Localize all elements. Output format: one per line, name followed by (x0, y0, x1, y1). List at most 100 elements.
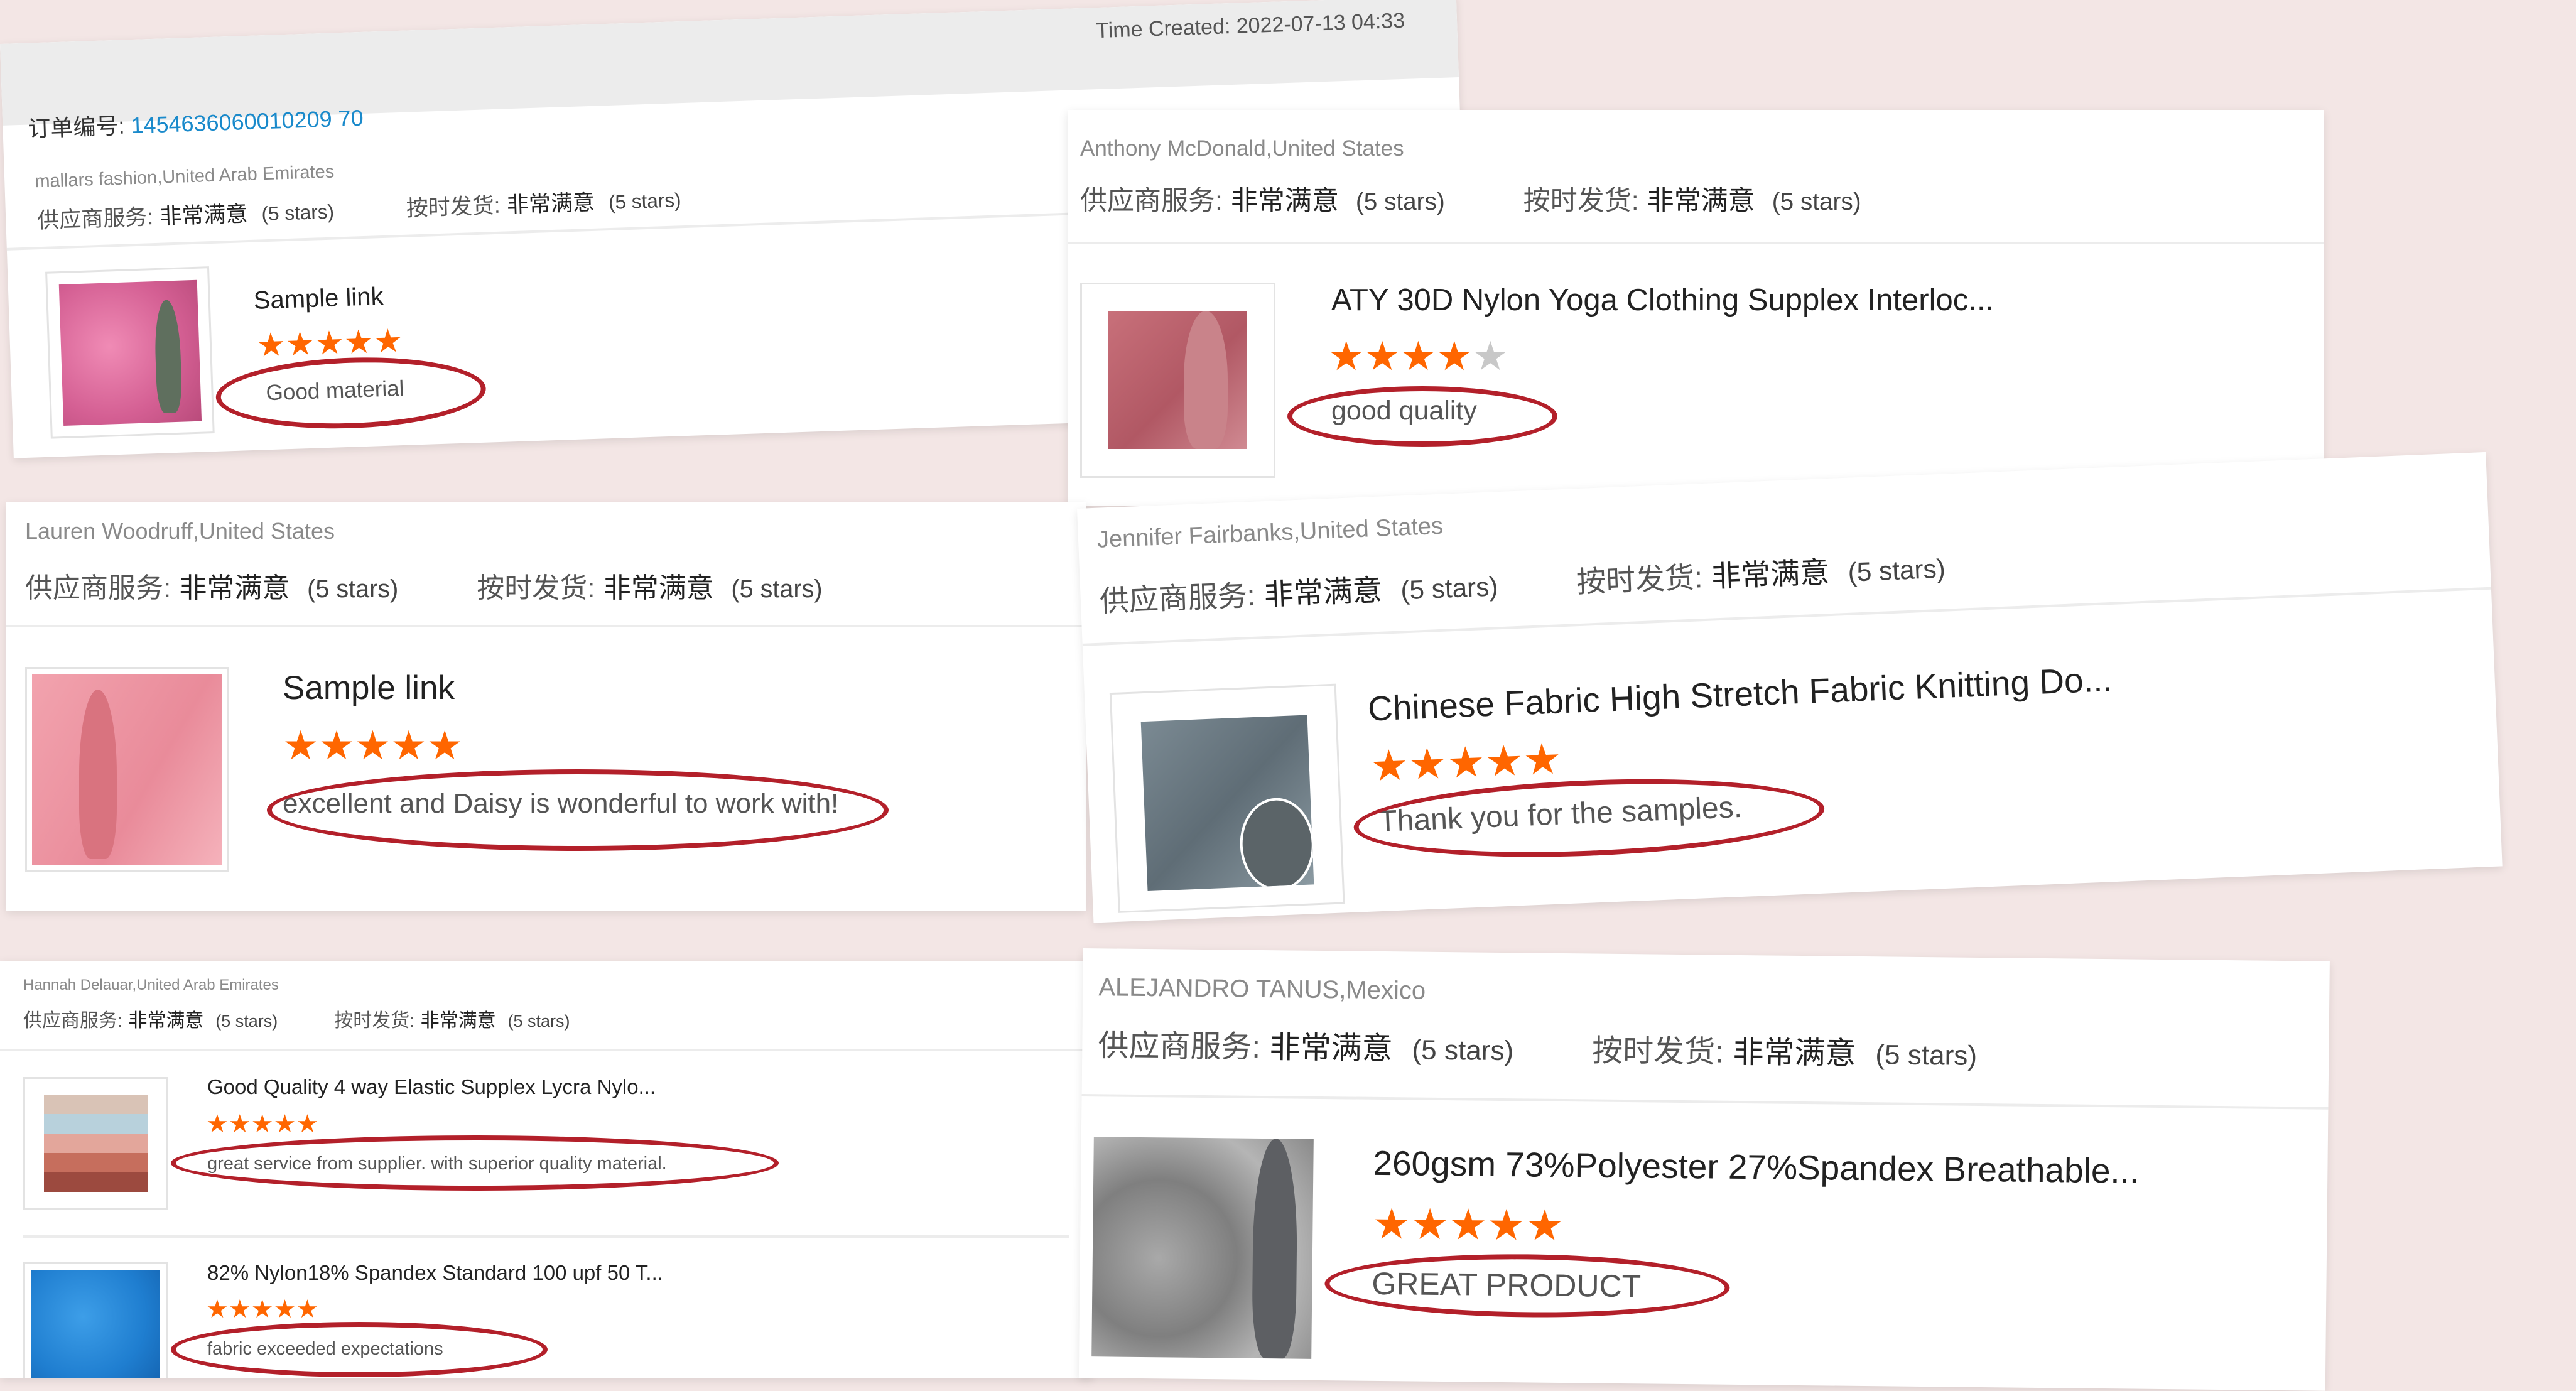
time-created-value: 2022-07-13 04:33 (1236, 8, 1405, 38)
on-time-delivery-rating: 按时发货: 非常满意 (5 stars) (1592, 1026, 1978, 1074)
product-thumbnail[interactable] (1080, 283, 1275, 478)
product-thumbnail[interactable] (23, 1262, 168, 1378)
order-number-label: 订单编号: (27, 112, 126, 142)
product-star-rating: ★★★★★ (206, 1297, 318, 1322)
delivery-value: 非常满意 (506, 190, 595, 218)
highlight-ellipse (171, 1135, 779, 1191)
supplier-service-label: 供应商服务: (1080, 186, 1223, 216)
rating-summary: 供应商服务: 非常满意 (5 stars) 按时发货: 非常满意 (5 star… (23, 1005, 570, 1032)
product-image (1108, 311, 1247, 449)
supplier-service-label: 供应商服务: (36, 205, 154, 234)
divider (0, 1049, 1093, 1051)
delivery-label: 按时发货: (1523, 186, 1639, 216)
highlight-ellipse (1287, 386, 1557, 447)
supplier-service-value: 非常满意 (1263, 573, 1383, 612)
product-thumbnail[interactable] (25, 667, 229, 872)
order-number-link[interactable]: 1454636060010209 70 (131, 105, 364, 138)
star-filled-icon: ★★★★★ (206, 1110, 319, 1138)
star-empty-icon: ★ (1472, 333, 1508, 379)
reviewer-name: Anthony McDonald,United States (1080, 136, 1404, 161)
supplier-service-rating: 供应商服务: 非常满意 (5 stars) (36, 193, 335, 235)
on-time-delivery-rating: 按时发货: 非常满意 (5 stars) (1576, 543, 1946, 602)
on-time-delivery-rating: 按时发货: 非常满意 (5 stars) (406, 181, 681, 222)
delivery-stars: (5 stars) (507, 1012, 570, 1031)
product-image (1091, 1137, 1314, 1359)
product-thumbnail[interactable] (23, 1077, 168, 1210)
supplier-service-rating: 供应商服务: 非常满意 (5 stars) (1098, 1020, 1514, 1069)
divider (6, 625, 1086, 627)
delivery-stars: (5 stars) (731, 575, 823, 603)
supplier-service-value: 非常满意 (1230, 186, 1339, 216)
product-star-rating: ★★★★★ (1372, 1199, 1564, 1250)
product-thumbnail[interactable] (1109, 683, 1345, 913)
supplier-service-rating: 供应商服务: 非常满意 (5 stars) (1080, 179, 1445, 218)
on-time-delivery-rating: 按时发货: 非常满意 (5 stars) (477, 565, 822, 605)
product-name-link[interactable]: 260gsm 73%Polyester 27%Spandex Breathabl… (1373, 1143, 2140, 1191)
model-figure (1252, 1138, 1298, 1359)
highlight-ellipse (267, 769, 889, 851)
divider (1068, 242, 2324, 244)
product-name-link[interactable]: Chinese Fabric High Stretch Fabric Knitt… (1367, 659, 2113, 729)
reviewer-name: Hannah Delauar,United Arab Emirates (23, 977, 279, 993)
highlight-ellipse (1324, 1252, 1730, 1319)
product-star-rating: ★★★★★ (1369, 735, 1562, 790)
highlight-ellipse (214, 353, 487, 433)
star-filled-icon: ★★★★★ (206, 1296, 319, 1323)
supplier-service-value: 非常满意 (128, 1010, 204, 1031)
supplier-service-label: 供应商服务: (23, 1010, 123, 1031)
product-name-link[interactable]: 82% Nylon18% Spandex Standard 100 upf 50… (207, 1261, 663, 1285)
review-card-jennifer: Jennifer Fairbanks,United States 供应商服务: … (1077, 452, 2503, 923)
product-star-rating: ★★★★★ (1328, 336, 1508, 376)
delivery-value: 非常满意 (1711, 555, 1831, 593)
supplier-service-value: 非常满意 (179, 573, 290, 603)
delivery-label: 按时发货: (477, 573, 595, 603)
product-name-link[interactable]: Sample link (253, 283, 384, 315)
supplier-service-label: 供应商服务: (1098, 1029, 1261, 1064)
model-figure (1238, 796, 1314, 891)
reviewer-name: Lauren Woodruff,United States (25, 518, 335, 544)
reviewer-name: mallars fashion,United Arab Emirates (34, 161, 335, 192)
product-star-rating: ★★★★★ (256, 323, 403, 364)
time-created-label: Time Created: (1095, 14, 1231, 43)
supplier-service-label: 供应商服务: (1098, 578, 1256, 618)
reviewer-name: Jennifer Fairbanks,United States (1096, 512, 1444, 553)
supplier-service-label: 供应商服务: (25, 573, 171, 603)
delivery-stars: (5 stars) (1847, 553, 1946, 587)
product-image (32, 674, 222, 865)
product-image (1140, 715, 1314, 891)
product-thumbnail[interactable] (1091, 1137, 1314, 1359)
delivery-value: 非常满意 (420, 1010, 496, 1031)
supplier-service-value: 非常满意 (1269, 1031, 1393, 1066)
product-name-link[interactable]: Good Quality 4 way Elastic Supplex Lycra… (207, 1075, 656, 1099)
supplier-service-stars: (5 stars) (307, 575, 399, 603)
review-card-alejandro: ALEJANDRO TANUS,Mexico 供应商服务: 非常满意 (5 st… (1078, 948, 2330, 1391)
supplier-service-stars: (5 stars) (215, 1012, 278, 1031)
rating-summary: 供应商服务: 非常满意 (5 stars) 按时发货: 非常满意 (5 star… (36, 181, 681, 235)
supplier-service-rating: 供应商服务: 非常满意 (5 stars) (25, 565, 398, 605)
star-filled-icon: ★★★★ (1328, 333, 1473, 379)
on-time-delivery-rating: 按时发货: 非常满意 (5 stars) (334, 1005, 570, 1032)
product-name-link[interactable]: ATY 30D Nylon Yoga Clothing Supplex Inte… (1331, 283, 1994, 318)
product-image (44, 1095, 148, 1192)
model-figure (153, 299, 183, 414)
delivery-label: 按时发货: (406, 193, 501, 221)
delivery-stars: (5 stars) (1772, 188, 1861, 215)
supplier-service-rating: 供应商服务: 非常满意 (5 stars) (23, 1005, 278, 1032)
supplier-service-value: 非常满意 (159, 202, 249, 229)
model-figure (79, 690, 117, 859)
review-card-lauren: Lauren Woodruff,United States 供应商服务: 非常满… (6, 502, 1086, 911)
model-legs (1184, 311, 1228, 449)
supplier-service-rating: 供应商服务: 非常满意 (5 stars) (1098, 561, 1498, 620)
product-image (58, 279, 202, 426)
divider (1081, 1093, 2329, 1110)
divider (23, 1235, 1069, 1238)
delivery-stars: (5 stars) (608, 188, 682, 214)
product-thumbnail[interactable] (45, 266, 215, 439)
reviewer-name: ALEJANDRO TANUS,Mexico (1098, 973, 1426, 1005)
rating-summary: 供应商服务: 非常满意 (5 stars) 按时发货: 非常满意 (5 star… (25, 565, 823, 605)
star-filled-icon: ★★★★★ (1372, 1199, 1564, 1250)
delivery-value: 非常满意 (1733, 1035, 1856, 1071)
rating-summary: 供应商服务: 非常满意 (5 stars) 按时发货: 非常满意 (5 star… (1098, 1020, 1977, 1074)
product-name-link[interactable]: Sample link (283, 669, 455, 707)
product-star-rating: ★★★★★ (206, 1112, 318, 1137)
